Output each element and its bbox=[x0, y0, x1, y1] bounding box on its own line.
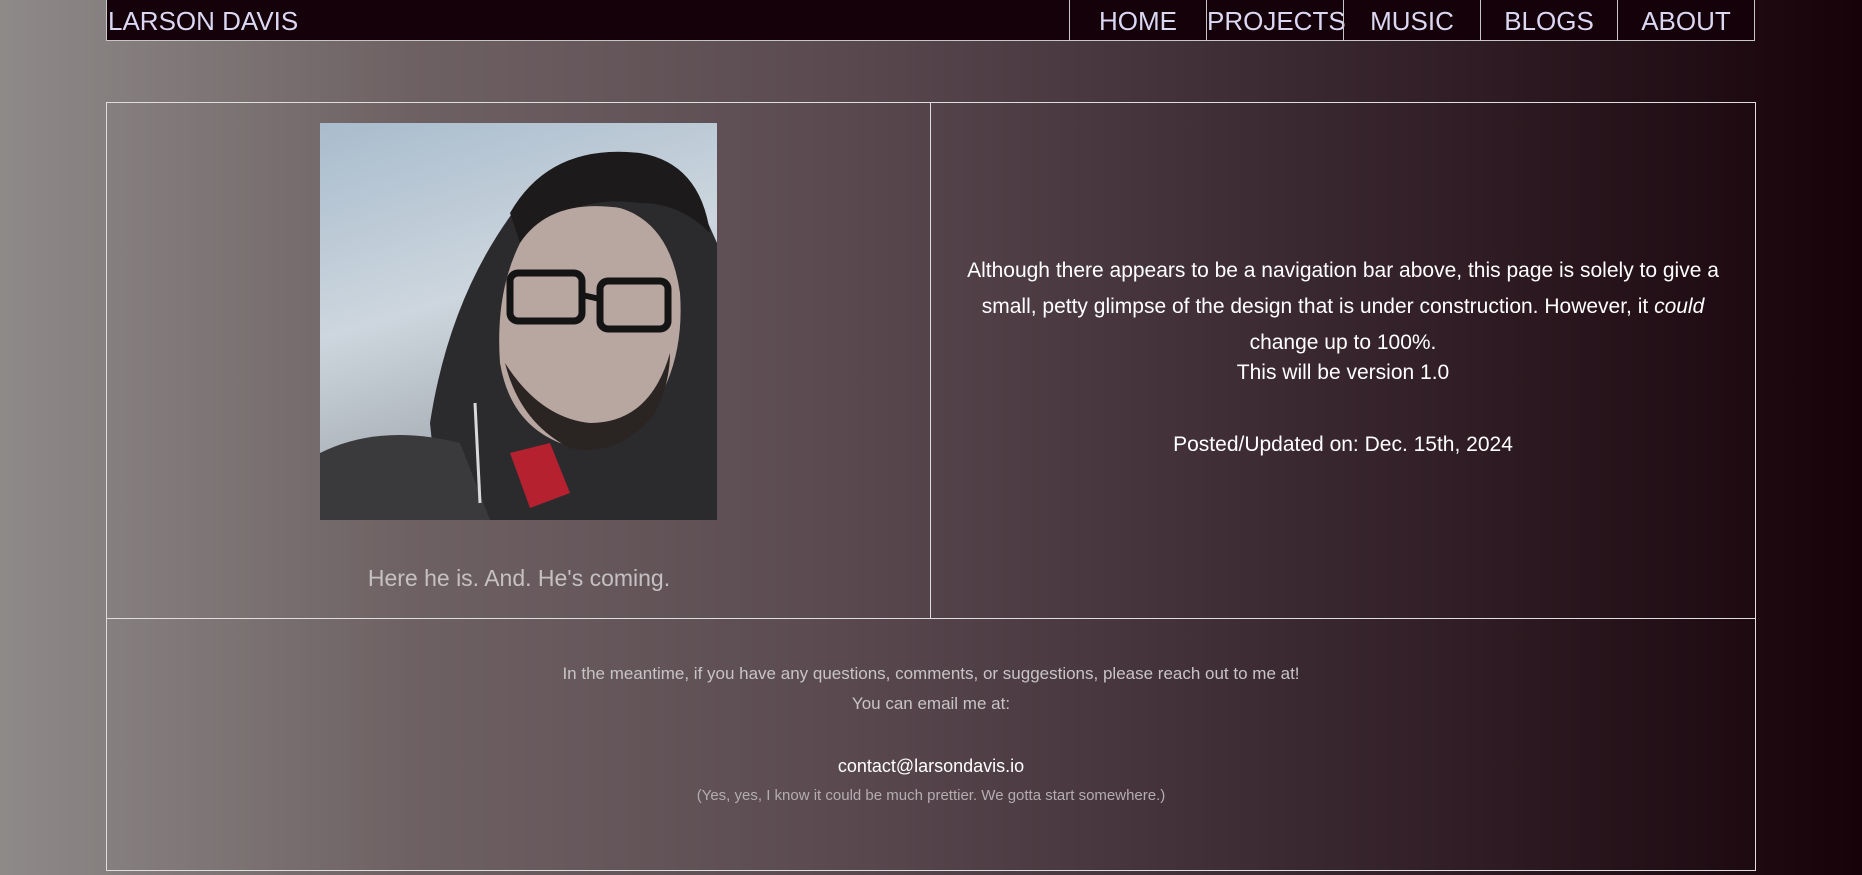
contact-email-link[interactable]: contact@larsondavis.io bbox=[107, 756, 1755, 777]
nav-menu: HOME PROJECTS MUSIC BLOGS ABOUT bbox=[1069, 0, 1754, 40]
posted-date: Posted/Updated on: Dec. 15th, 2024 bbox=[1173, 433, 1513, 456]
contact-section: In the meantime, if you have any questio… bbox=[107, 618, 1755, 870]
version-line: This will be version 1.0 bbox=[1236, 361, 1450, 384]
intro-paragraph: Although there appears to be a navigatio… bbox=[951, 253, 1735, 361]
intro-text-end: change up to 100%. bbox=[1249, 331, 1437, 354]
profile-photo bbox=[320, 123, 717, 520]
content-panel: Here he is. And. He's coming. Although t… bbox=[106, 102, 1756, 871]
photo-column: Here he is. And. He's coming. bbox=[107, 103, 931, 618]
nav-item-music[interactable]: MUSIC bbox=[1343, 0, 1480, 40]
nav-item-about[interactable]: ABOUT bbox=[1617, 0, 1754, 40]
nav-item-home[interactable]: HOME bbox=[1069, 0, 1206, 40]
intro-column: Although there appears to be a navigatio… bbox=[931, 103, 1755, 618]
contact-invitation: In the meantime, if you have any questio… bbox=[562, 664, 1300, 683]
footer-note: (Yes, yes, I know it could be much prett… bbox=[696, 787, 1166, 804]
intro-text-start: Although there appears to be a navigatio… bbox=[967, 259, 1719, 318]
site-brand[interactable]: LARSON DAVIS bbox=[108, 0, 298, 40]
nav-item-projects[interactable]: PROJECTS bbox=[1206, 0, 1346, 40]
nav-item-blogs[interactable]: BLOGS bbox=[1480, 0, 1617, 40]
top-navigation-bar: LARSON DAVIS HOME PROJECTS MUSIC BLOGS A… bbox=[106, 0, 1755, 41]
email-prompt: You can email me at: bbox=[851, 694, 1011, 713]
photo-caption: Here he is. And. He's coming. bbox=[367, 565, 671, 591]
intro-emphasis: could bbox=[1654, 295, 1705, 318]
